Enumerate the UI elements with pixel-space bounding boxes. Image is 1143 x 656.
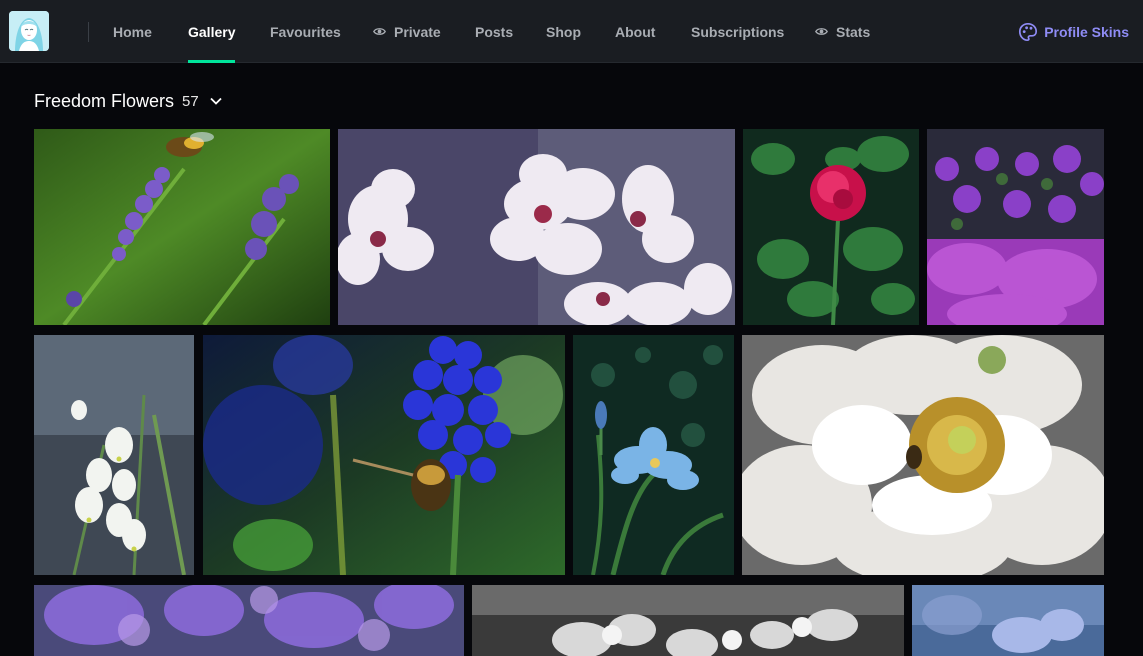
nav-gallery[interactable]: Gallery bbox=[188, 0, 236, 63]
eye-icon bbox=[373, 28, 386, 35]
nav-shop[interactable]: Shop bbox=[546, 0, 581, 63]
palette-icon bbox=[1019, 22, 1038, 41]
gallery-thumbnail-snowflake-flowers[interactable] bbox=[34, 335, 194, 575]
white-peony-image bbox=[742, 335, 1104, 575]
gallery-thumbnail-bee-lavender[interactable] bbox=[34, 129, 330, 325]
red-peony-image bbox=[743, 129, 919, 325]
nav-about-label: About bbox=[615, 23, 656, 40]
gallery-thumbnail-blue-flower[interactable] bbox=[912, 585, 1104, 656]
nav-stats[interactable]: Stats bbox=[815, 0, 870, 63]
nav-favourites[interactable]: Favourites bbox=[270, 0, 341, 63]
nav-subscriptions-label: Subscriptions bbox=[691, 23, 785, 40]
gallery-folder-selector[interactable]: Freedom Flowers 57 bbox=[34, 88, 223, 114]
cherry-blossoms-image bbox=[338, 129, 735, 325]
gallery-thumbnail-monochrome-flowers[interactable] bbox=[472, 585, 904, 656]
profile-skins-label: Profile Skins bbox=[1044, 23, 1129, 40]
blue-flower-image bbox=[912, 585, 1104, 656]
gallery-thumbnail-white-peony[interactable] bbox=[742, 335, 1104, 575]
gallery-thumbnail-blue-iris[interactable] bbox=[573, 335, 734, 575]
nav-gallery-label: Gallery bbox=[188, 23, 236, 40]
gallery-thumbnail-purple-field[interactable] bbox=[927, 129, 1104, 325]
gallery-thumbnail-bee-hyacinth[interactable] bbox=[203, 335, 565, 575]
active-tab-underline bbox=[188, 60, 236, 63]
nav-home-label: Home bbox=[113, 23, 152, 40]
gallery-count: 57 bbox=[182, 92, 199, 110]
nav-subscriptions[interactable]: Subscriptions bbox=[691, 0, 784, 63]
bee-hyacinth-image bbox=[203, 335, 565, 575]
avatar-image bbox=[9, 11, 49, 51]
gallery-thumbnail-cherry-blossoms[interactable] bbox=[338, 129, 735, 325]
nav-about[interactable]: About bbox=[615, 0, 655, 63]
nav-private-label: Private bbox=[394, 23, 441, 40]
gallery-thumbnail-red-peony[interactable] bbox=[743, 129, 919, 325]
nav-favourites-label: Favourites bbox=[270, 23, 341, 40]
chevron-down-icon bbox=[210, 97, 222, 105]
nav-private[interactable]: Private bbox=[373, 0, 441, 63]
app-window: Home Gallery Favourites Private Posts Sh… bbox=[0, 0, 1143, 656]
purple-field-image bbox=[927, 129, 1104, 325]
nav-shop-label: Shop bbox=[546, 23, 581, 40]
profile-skins-button[interactable]: Profile Skins bbox=[1018, 0, 1129, 63]
bee-lavender-image bbox=[34, 129, 330, 325]
nav-home[interactable]: Home bbox=[113, 0, 152, 63]
avatar[interactable] bbox=[9, 11, 49, 51]
eye-icon bbox=[815, 28, 828, 35]
top-nav: Home Gallery Favourites Private Posts Sh… bbox=[0, 0, 1143, 63]
blue-iris-image bbox=[573, 335, 734, 575]
gallery-thumbnail-purple-blur[interactable] bbox=[34, 585, 464, 656]
nav-divider bbox=[88, 22, 89, 42]
purple-blur-image bbox=[34, 585, 464, 656]
nav-stats-label: Stats bbox=[836, 23, 871, 40]
nav-posts-label: Posts bbox=[475, 23, 514, 40]
snowflake-flowers-image bbox=[34, 335, 194, 575]
monochrome-flowers-image bbox=[472, 585, 904, 656]
gallery-title: Freedom Flowers bbox=[34, 90, 175, 111]
nav-posts[interactable]: Posts bbox=[475, 0, 513, 63]
